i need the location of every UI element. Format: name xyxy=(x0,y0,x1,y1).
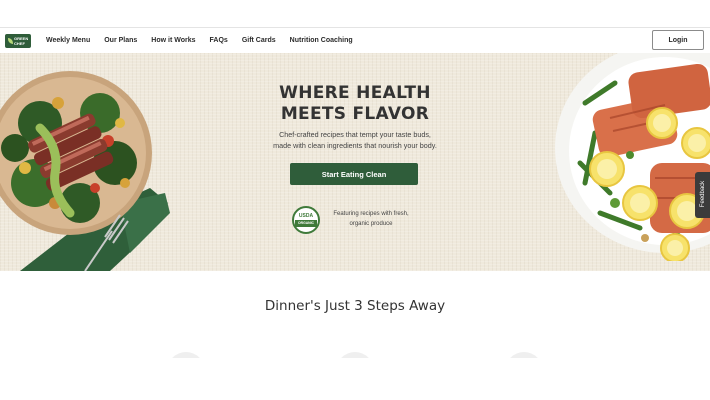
organic-note-line-2: organic produce xyxy=(349,221,393,227)
nav-link-our-plans[interactable]: Our Plans xyxy=(104,37,137,44)
feedback-label: Feedback xyxy=(700,180,706,208)
hero-title: WHERE HEALTH MEETS FLAVOR xyxy=(255,83,455,125)
usda-seal-band-text: ORGANIC xyxy=(295,220,317,227)
hero-subtitle-line-1: Chef-crafted recipes that tempt your tas… xyxy=(279,130,431,139)
nav-links: Weekly Menu Our Plans How it Works FAQs … xyxy=(46,28,367,53)
hero-title-line-1: WHERE HEALTH xyxy=(279,83,431,103)
top-navbar: GREEN CHEF Weekly Menu Our Plans How it … xyxy=(0,27,710,52)
steps-section-title: Dinner's Just 3 Steps Away xyxy=(264,298,446,314)
nav-link-nutrition-coaching[interactable]: Nutrition Coaching xyxy=(290,37,353,44)
organic-produce-note: Featuring recipes with fresh, organic pr… xyxy=(326,209,416,229)
nav-link-faqs[interactable]: FAQs xyxy=(210,37,228,44)
feedback-tab[interactable]: Feedback xyxy=(695,172,710,218)
nav-link-weekly-menu[interactable]: Weekly Menu xyxy=(46,37,90,44)
usda-organic-seal: USDA ORGANIC xyxy=(292,206,320,234)
steak-salad-image xyxy=(0,71,170,271)
organic-note-line-1: Featuring recipes with fresh, xyxy=(333,211,409,217)
page-bottom-crop xyxy=(0,358,710,400)
leaf-icon xyxy=(8,38,13,44)
usda-seal-top-text: USDA xyxy=(298,213,314,219)
nav-link-how-it-works[interactable]: How it Works xyxy=(151,37,195,44)
hero-banner: WHERE HEALTH MEETS FLAVOR Chef-crafted r… xyxy=(0,53,710,271)
hero-subtitle-line-2: made with clean ingredients that nourish… xyxy=(273,141,437,150)
lemon-salmon-image xyxy=(555,53,710,261)
hero-title-line-2: MEETS FLAVOR xyxy=(280,104,430,124)
login-button[interactable]: Login xyxy=(652,30,704,50)
brand-logo-text: GREEN CHEF xyxy=(14,36,29,46)
start-eating-clean-button[interactable]: Start Eating Clean xyxy=(290,163,418,185)
brand-logo[interactable]: GREEN CHEF xyxy=(5,34,31,48)
hero-subtitle: Chef-crafted recipes that tempt your tas… xyxy=(240,129,470,151)
nav-link-gift-cards[interactable]: Gift Cards xyxy=(242,37,276,44)
